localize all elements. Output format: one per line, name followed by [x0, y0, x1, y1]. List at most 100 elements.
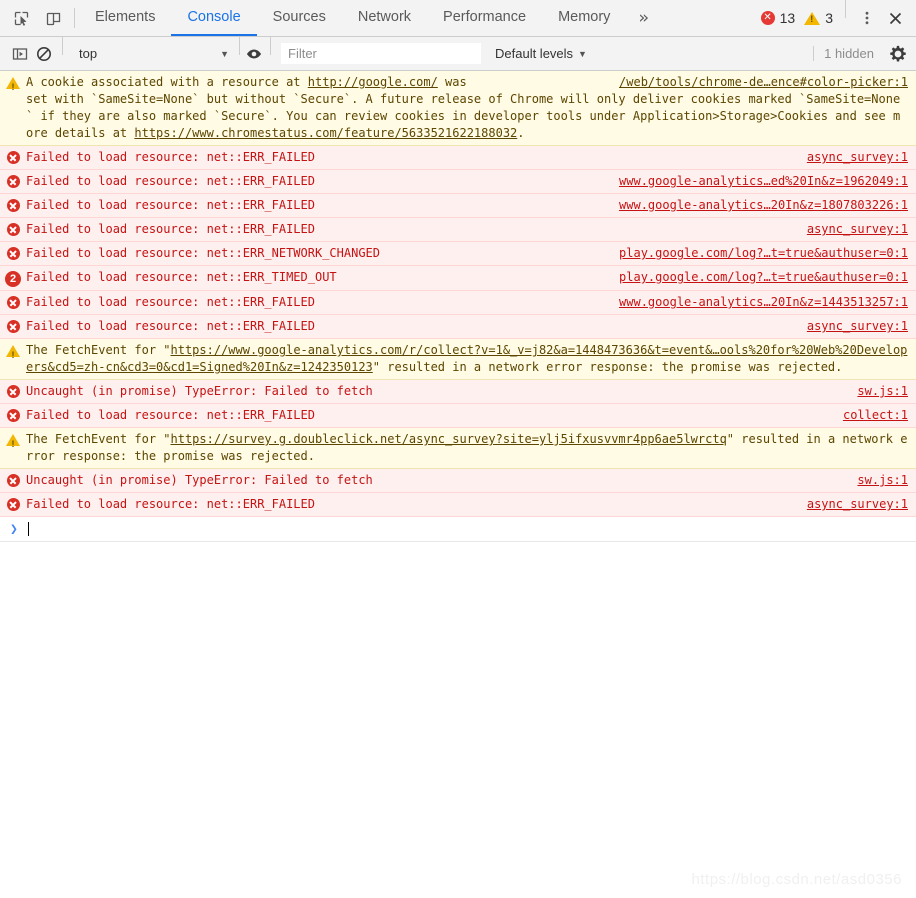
issues-counter[interactable]: ✕ 13 3 — [757, 10, 837, 26]
filter-input[interactable] — [281, 43, 481, 64]
error-icon — [0, 318, 26, 333]
more-options-icon[interactable] — [854, 5, 880, 31]
console-message-source[interactable]: www.google-analytics…ed%20In&z=1962049:1 — [619, 173, 908, 190]
tab-label: Sources — [272, 9, 326, 25]
filterbar-divider-3 — [270, 37, 271, 55]
console-message-source[interactable]: sw.js:1 — [857, 383, 908, 400]
watermark-text: https://blog.csdn.net/asd0356 — [691, 871, 902, 888]
console-message-text: Failed to load resource: net::ERR_FAILED — [26, 319, 315, 333]
console-message-error[interactable]: Uncaught (in promise) TypeError: Failed … — [0, 380, 916, 404]
console-message-source[interactable]: collect:1 — [843, 407, 908, 424]
more-tabs-icon[interactable]: » — [626, 0, 660, 36]
tabbar-right-controls: ✕ 13 3 — [757, 0, 916, 36]
console-message-text: The FetchEvent for "https://www.google-a… — [26, 342, 908, 376]
warning-icon — [0, 74, 26, 96]
tab-label: Memory — [558, 9, 611, 25]
console-message-warning[interactable]: A cookie associated with a resource at h… — [0, 71, 916, 146]
log-level-selector[interactable]: Default levels ▼ — [495, 46, 587, 61]
console-message-text: Failed to load resource: net::ERR_FAILED — [26, 222, 315, 236]
more-tabs-glyph: » — [638, 8, 649, 28]
chevron-down-icon: ▼ — [578, 48, 587, 59]
console-message-source[interactable]: async_survey:1 — [807, 221, 908, 238]
console-message-source[interactable]: play.google.com/log?…t=true&authuser=0:1 — [619, 269, 908, 286]
warning-icon — [0, 431, 26, 453]
error-icon — [0, 496, 26, 511]
fetchevent-url-link[interactable]: https://survey.g.doubleclick.net/async_s… — [171, 432, 727, 446]
log-level-label: Default levels — [495, 46, 574, 61]
console-prompt[interactable]: ❯ — [0, 517, 916, 542]
console-message-text: Failed to load resource: net::ERR_NETWOR… — [26, 246, 381, 260]
tab-performance[interactable]: Performance — [427, 0, 542, 36]
tab-sources[interactable]: Sources — [257, 0, 342, 36]
error-icon — [0, 245, 26, 260]
error-icon — [0, 383, 26, 398]
console-message-text: Failed to load resource: net::ERR_FAILED — [26, 295, 315, 309]
console-message-warning[interactable]: The FetchEvent for "https://www.google-a… — [0, 339, 916, 380]
hidden-messages-label[interactable]: 1 hidden — [813, 46, 884, 61]
console-message-source[interactable]: www.google-analytics…20In&z=1443513257:1 — [619, 294, 908, 311]
clear-console-icon[interactable] — [32, 42, 56, 66]
tab-memory[interactable]: Memory — [542, 0, 626, 36]
tab-label: Console — [187, 9, 241, 25]
tab-label: Performance — [443, 9, 527, 25]
console-message-error[interactable]: Failed to load resource: net::ERR_FAILED… — [0, 291, 916, 315]
console-message-error[interactable]: Failed to load resource: net::ERR_FAILED… — [0, 315, 916, 339]
execution-context-selector[interactable]: top ▼ — [69, 46, 237, 61]
console-message-error[interactable]: Failed to load resource: net::ERR_FAILED… — [0, 218, 916, 242]
console-message-error[interactable]: Failed to load resource: net::ERR_FAILED… — [0, 493, 916, 517]
console-message-error[interactable]: Failed to load resource: net::ERR_NETWOR… — [0, 242, 916, 266]
console-message-source[interactable]: async_survey:1 — [807, 496, 908, 513]
console-message-error[interactable]: Uncaught (in promise) TypeError: Failed … — [0, 469, 916, 493]
chromestatus-link[interactable]: https://www.chromestatus.com/feature/563… — [134, 126, 517, 140]
filterbar-divider-1 — [62, 37, 63, 55]
devtools-tabbar: Elements Console Sources Network Perform… — [0, 0, 916, 37]
console-filter-toolbar: top ▼ Default levels ▼ 1 hidden — [0, 37, 916, 71]
console-message-text: The FetchEvent for "https://survey.g.dou… — [26, 431, 908, 465]
repeat-count-badge: 2 — [0, 269, 26, 287]
cookie-origin-link[interactable]: http://google.com/ — [308, 75, 438, 89]
console-message-error[interactable]: Failed to load resource: net::ERR_FAILED… — [0, 146, 916, 170]
close-icon[interactable] — [882, 5, 908, 31]
console-message-text: Failed to load resource: net::ERR_FAILED — [26, 174, 315, 188]
device-toolbar-icon[interactable] — [42, 7, 64, 29]
tab-network[interactable]: Network — [342, 0, 427, 36]
error-icon — [0, 407, 26, 422]
gear-icon[interactable] — [884, 40, 912, 68]
console-message-text: Failed to load resource: net::ERR_TIMED_… — [26, 270, 337, 284]
console-message-error-repeated[interactable]: 2 Failed to load resource: net::ERR_TIME… — [0, 266, 916, 291]
console-message-text: Uncaught (in promise) TypeError: Failed … — [26, 473, 373, 487]
repeat-count-label: 2 — [5, 271, 21, 287]
console-message-text: Failed to load resource: net::ERR_FAILED — [26, 497, 315, 511]
error-icon — [0, 197, 26, 212]
tab-elements[interactable]: Elements — [79, 0, 171, 36]
fetchevent-prefix: The FetchEvent for " — [26, 343, 171, 357]
console-message-error[interactable]: Failed to load resource: net::ERR_FAILED… — [0, 404, 916, 428]
error-icon — [0, 149, 26, 164]
tab-console[interactable]: Console — [171, 0, 257, 36]
tabbar-left-icons — [0, 0, 70, 36]
console-message-source[interactable]: async_survey:1 — [807, 149, 908, 166]
console-message-text: Uncaught (in promise) TypeError: Failed … — [26, 384, 373, 398]
console-message-source[interactable]: sw.js:1 — [857, 472, 908, 489]
cookie-tail: . — [517, 126, 525, 140]
execution-context-label: top — [79, 46, 98, 61]
console-message-source[interactable]: www.google-analytics…20In&z=1807803226:1 — [619, 197, 908, 214]
console-message-source[interactable]: /web/tools/chrome-de…ence#color-picker:1 — [619, 74, 908, 91]
error-icon — [0, 173, 26, 188]
live-expression-icon[interactable] — [242, 42, 266, 66]
error-count-icon: ✕ — [760, 11, 775, 25]
inspect-element-icon[interactable] — [10, 7, 32, 29]
warning-count-label: 3 — [825, 10, 833, 26]
console-message-error[interactable]: Failed to load resource: net::ERR_FAILED… — [0, 194, 916, 218]
console-message-list[interactable]: A cookie associated with a resource at h… — [0, 71, 916, 898]
console-message-source[interactable]: play.google.com/log?…t=true&authuser=0:1 — [619, 245, 908, 262]
console-message-warning[interactable]: The FetchEvent for "https://survey.g.dou… — [0, 428, 916, 469]
error-icon — [0, 221, 26, 236]
error-icon — [0, 294, 26, 309]
prompt-arrow-icon: ❯ — [10, 521, 18, 537]
console-message-error[interactable]: Failed to load resource: net::ERR_FAILED… — [0, 170, 916, 194]
console-message-source[interactable]: async_survey:1 — [807, 318, 908, 335]
fetchevent-suffix: " resulted in a network error response: … — [372, 360, 843, 374]
warning-icon — [0, 342, 26, 364]
console-sidebar-icon[interactable] — [8, 42, 32, 66]
